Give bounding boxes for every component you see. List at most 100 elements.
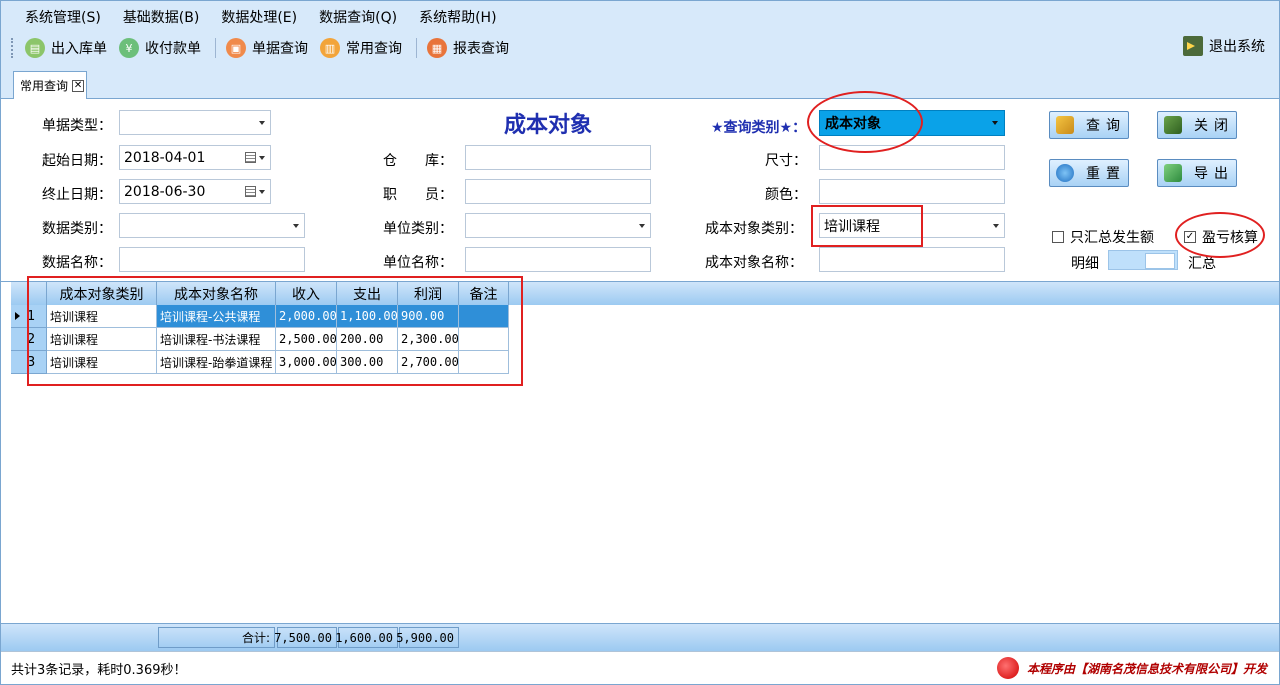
app-window: 系统管理(S) 基础数据(B) 数据处理(E) 数据查询(Q) 系统帮助(H) … (0, 0, 1280, 685)
stock-doc-button[interactable]: ▤ 出入库单 (21, 36, 111, 60)
totals-bar: 合计: 7,500.00 1,600.00 5,900.00 (1, 623, 1279, 651)
pencil-icon (1056, 116, 1074, 134)
query-type-label: ★查询类别★： (711, 120, 807, 136)
query-button-label: 查询 (1086, 118, 1126, 134)
menu-help[interactable]: 系统帮助(H) (419, 7, 496, 27)
cell-note[interactable] (459, 328, 509, 351)
cost-object-category-select[interactable]: 培训课程 (819, 213, 1005, 238)
doc-query-button[interactable]: ▣ 单据查询 (222, 36, 312, 60)
color-label: 颜色： (765, 187, 807, 203)
report-icon: ▦ (427, 38, 447, 58)
cell-name[interactable]: 培训课程-跆拳道课程 (157, 351, 276, 374)
exit-label: 退出系统 (1209, 39, 1265, 55)
staff-label: 职 员： (383, 187, 453, 203)
col-header-category[interactable]: 成本对象类别 (47, 282, 157, 305)
toolbar-grip[interactable] (11, 38, 15, 58)
end-date-value: 2018-06-30 (124, 183, 206, 200)
vendor-credit-text: 本程序由【湖南名茂信息技术有限公司】开发 (1026, 661, 1267, 676)
query-type-select[interactable]: 成本对象 (819, 110, 1005, 136)
cell-note[interactable] (459, 351, 509, 374)
common-query-button[interactable]: ▥ 常用查询 (316, 36, 406, 60)
result-grid: 成本对象类别 成本对象名称 收入 支出 利润 备注 1 培训课程 培训课程-公共… (1, 276, 1279, 623)
table-row[interactable]: 3 培训课程 培训课程-跆拳道课程 3,000.00 300.00 2,700.… (11, 351, 509, 374)
data-name-input[interactable] (119, 247, 305, 272)
menu-data-query[interactable]: 数据查询(Q) (319, 7, 397, 27)
export-button[interactable]: 导出 (1157, 159, 1237, 187)
cell-expense[interactable]: 300.00 (337, 351, 398, 374)
color-input[interactable] (819, 179, 1005, 204)
cell-income[interactable]: 2,000.00 (276, 305, 337, 328)
common-query-label: 常用查询 (346, 41, 402, 57)
row-number[interactable]: 3 (11, 351, 47, 374)
size-label: 尺寸： (765, 153, 807, 169)
stock-doc-icon: ▤ (25, 38, 45, 58)
start-date-picker[interactable]: 2018-04-01 (119, 145, 271, 170)
cell-category[interactable]: 培训课程 (47, 328, 157, 351)
close-icon[interactable]: ✕ (72, 79, 85, 92)
start-date-value: 2018-04-01 (124, 149, 206, 166)
detail-summary-toggle[interactable] (1108, 250, 1178, 270)
cell-category[interactable]: 培训课程 (47, 305, 157, 328)
status-text: 共计3条记录，耗时0.369秒！ (11, 663, 187, 678)
checkbox-unchecked (1052, 231, 1064, 243)
data-category-label: 数据类别： (42, 221, 112, 237)
calendar-icon[interactable] (245, 186, 256, 197)
row-number[interactable]: 2 (11, 328, 47, 351)
tab-common-query[interactable]: 常用查询 ✕ (13, 71, 87, 99)
payment-doc-icon: ¥ (119, 38, 139, 58)
totals-label: 合计: (158, 627, 275, 648)
cell-name[interactable]: 培训课程-书法课程 (157, 328, 276, 351)
only-summary-checkbox[interactable]: 只汇总发生额 (1052, 227, 1154, 247)
vendor-credit: 本程序由【湖南名茂信息技术有限公司】开发 (996, 657, 1267, 679)
page-title: 成本对象 (504, 113, 593, 138)
end-date-picker[interactable]: 2018-06-30 (119, 179, 271, 204)
menu-basic-data[interactable]: 基础数据(B) (123, 7, 200, 27)
close-button[interactable]: 关闭 (1157, 111, 1237, 139)
doc-type-select[interactable] (119, 110, 271, 135)
row-number[interactable]: 1 (11, 305, 47, 328)
only-summary-label: 只汇总发生额 (1070, 230, 1154, 246)
calendar-icon[interactable] (245, 152, 256, 163)
reset-button[interactable]: 重置 (1049, 159, 1129, 187)
query-button[interactable]: 查询 (1049, 111, 1129, 139)
menu-bar: 系统管理(S) 基础数据(B) 数据处理(E) 数据查询(Q) 系统帮助(H) (1, 1, 1279, 33)
col-header-name[interactable]: 成本对象名称 (157, 282, 276, 305)
cell-income[interactable]: 2,500.00 (276, 328, 337, 351)
unit-category-select[interactable] (465, 213, 651, 238)
cost-object-name-input[interactable] (819, 247, 1005, 272)
cell-income[interactable]: 3,000.00 (276, 351, 337, 374)
filter-panel: 单据类型： 起始日期： 2018-04-01 终止日期： 2018-06-30 … (1, 91, 1279, 281)
report-query-button[interactable]: ▦ 报表查询 (423, 36, 513, 60)
unit-name-label: 单位名称： (383, 255, 453, 271)
staff-input[interactable] (465, 179, 651, 204)
total-income: 7,500.00 (274, 627, 337, 648)
exit-button[interactable]: 退出系统 (1183, 36, 1265, 56)
cell-note[interactable] (459, 305, 509, 328)
col-header-profit[interactable]: 利润 (398, 282, 459, 305)
table-row[interactable]: 2 培训课程 培训课程-书法课程 2,500.00 200.00 2,300.0… (11, 328, 509, 351)
profit-accounting-checkbox[interactable]: ✓ 盈亏核算 (1184, 227, 1258, 247)
menu-system[interactable]: 系统管理(S) (25, 7, 101, 27)
company-logo-icon (996, 657, 1019, 679)
toolbar: ▤ 出入库单 ¥ 收付款单 ▣ 单据查询 ▥ 常用查询 ▦ 报表查询 退出系统 (1, 33, 1279, 63)
checkmark-icon: ✓ (1184, 231, 1196, 243)
payment-doc-button[interactable]: ¥ 收付款单 (115, 36, 205, 60)
col-header-income[interactable]: 收入 (276, 282, 337, 305)
col-header-note[interactable]: 备注 (459, 282, 509, 305)
col-header-expense[interactable]: 支出 (337, 282, 398, 305)
cell-expense[interactable]: 1,100.00 (337, 305, 398, 328)
data-category-select[interactable] (119, 213, 305, 238)
refresh-icon (1056, 164, 1074, 182)
cell-profit[interactable]: 2,300.00 (398, 328, 459, 351)
cell-profit[interactable]: 2,700.00 (398, 351, 459, 374)
unit-name-input[interactable] (465, 247, 651, 272)
warehouse-input[interactable] (465, 145, 651, 170)
cell-profit[interactable]: 900.00 (398, 305, 459, 328)
menu-data-process[interactable]: 数据处理(E) (221, 7, 297, 27)
size-input[interactable] (819, 145, 1005, 170)
cell-name[interactable]: 培训课程-公共课程 (157, 305, 276, 328)
cell-expense[interactable]: 200.00 (337, 328, 398, 351)
bar-chart-icon: ▥ (320, 38, 340, 58)
table-row[interactable]: 1 培训课程 培训课程-公共课程 2,000.00 1,100.00 900.0… (11, 305, 509, 328)
cell-category[interactable]: 培训课程 (47, 351, 157, 374)
